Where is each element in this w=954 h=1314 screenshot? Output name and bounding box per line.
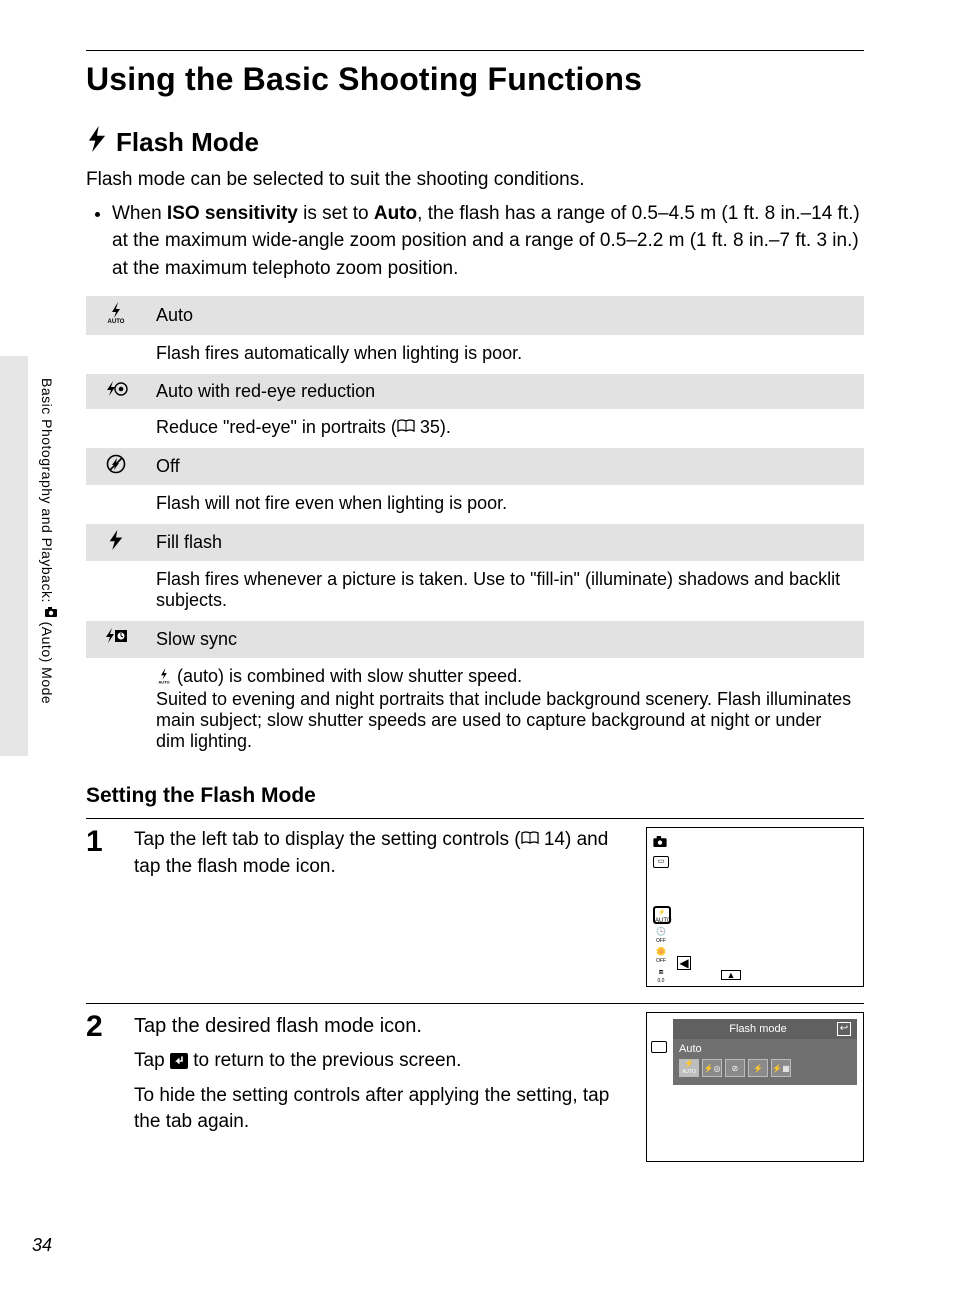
section-heading-flash-mode: Flash Mode <box>116 127 259 158</box>
tab-handle-icon: ▭ <box>653 856 669 868</box>
flash-auto-inline-icon: AUTO <box>156 668 172 689</box>
mode-desc: Reduce "red-eye" in portraits ( 35). <box>146 409 864 448</box>
step-number-1: 1 <box>86 827 116 857</box>
step-number-2: 2 <box>86 1012 116 1042</box>
sidebar-chapter-label: Basic Photography and Playback: (Auto) M… <box>39 378 57 704</box>
intro-text: Flash mode can be selected to suit the s… <box>86 167 864 194</box>
step-2-illustration: Flash mode ↩ Auto ⚡AUTO ⚡◎ ⊘ ⚡ ⚡▦ <box>646 1012 864 1162</box>
flash-option-slow: ⚡▦ <box>771 1059 791 1077</box>
bullet-iso: When ISO sensitivity is set to Auto, the… <box>112 200 864 283</box>
setting-subheading: Setting the Flash Mode <box>86 784 864 808</box>
book-ref-icon <box>397 419 415 433</box>
mode-desc: Flash fires whenever a picture is taken.… <box>146 561 864 621</box>
mode-desc: Flash fires automatically when lighting … <box>146 335 864 374</box>
mode-label: Auto with red-eye reduction <box>146 374 864 409</box>
mode-label: Slow sync <box>146 621 864 658</box>
page-number: 34 <box>32 1235 52 1256</box>
flash-fill-icon <box>86 524 146 561</box>
selected-mode-label: Auto <box>679 1043 851 1055</box>
mode-desc: AUTO (auto) is combined with slow shutte… <box>146 658 864 762</box>
camera-icon <box>39 607 55 617</box>
return-icon <box>170 1050 188 1071</box>
step-1-illustration: ▭ ⚡AUTO 🕒OFF 🌼OFF ⧈0.0 ◀ ▲ <box>646 827 864 987</box>
step-1-text: Tap the left tab to display the setting … <box>134 827 628 880</box>
flash-option-off: ⊘ <box>725 1059 745 1077</box>
panel-title: Flash mode <box>679 1023 837 1035</box>
book-ref-icon <box>521 831 539 845</box>
macro-off-icon: 🌼OFF <box>653 948 669 964</box>
sidebar-tab <box>0 356 28 756</box>
flash-option-auto: ⚡AUTO <box>679 1059 699 1077</box>
return-icon-small: ↩ <box>837 1022 851 1036</box>
svg-text:AUTO: AUTO <box>108 319 125 324</box>
page-title: Using the Basic Shooting Functions <box>86 61 864 98</box>
flash-auto-icon: AUTO <box>86 296 146 335</box>
ev-comp-icon: ⧈0.0 <box>653 968 669 984</box>
left-arrow-icon: ◀ <box>677 956 691 970</box>
step-2-text: Tap the desired flash mode icon. Tap to … <box>134 1012 628 1136</box>
flash-option-fill: ⚡ <box>748 1059 768 1077</box>
flash-option-redeye: ⚡◎ <box>702 1059 722 1077</box>
svg-text:AUTO: AUTO <box>158 680 169 685</box>
mode-label: Off <box>146 448 864 485</box>
flash-off-icon <box>86 448 146 485</box>
flash-slow-icon <box>86 621 146 658</box>
tab-handle-icon <box>651 1041 667 1053</box>
flash-modes-table: AUTO Auto Flash fires automatically when … <box>86 296 864 762</box>
up-triangle-icon: ▲ <box>721 970 741 980</box>
camera-mode-icon <box>653 834 671 852</box>
flash-auto-tab-icon: ⚡AUTO <box>653 906 671 924</box>
flash-icon <box>86 126 108 159</box>
mode-label: Auto <box>146 296 864 335</box>
mode-label: Fill flash <box>146 524 864 561</box>
selftimer-off-icon: 🕒OFF <box>653 928 669 944</box>
flash-redeye-icon <box>86 374 146 409</box>
mode-desc: Flash will not fire even when lighting i… <box>146 485 864 524</box>
